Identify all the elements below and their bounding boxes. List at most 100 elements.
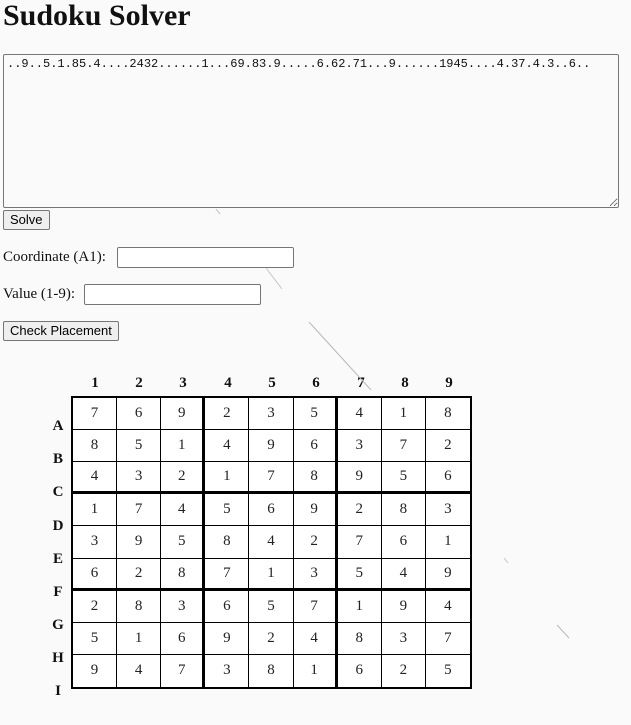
column-header: 2 — [135, 375, 143, 391]
board-cell: 7 — [205, 558, 250, 591]
board-cell: 7 — [161, 654, 206, 687]
board-cell: 3 — [249, 398, 294, 431]
board-cell: 4 — [381, 558, 426, 591]
value-input[interactable] — [84, 284, 261, 305]
board-cell: 3 — [73, 526, 118, 559]
board-cell: 3 — [381, 622, 426, 655]
board-cell: 5 — [73, 622, 118, 655]
column-header: 6 — [312, 375, 320, 391]
board-cell: 4 — [249, 526, 294, 559]
board-cell: 1 — [73, 494, 118, 527]
board-cell: 7 — [337, 526, 382, 559]
board-cell: 6 — [249, 494, 294, 527]
board-cell: 8 — [117, 590, 162, 623]
board-cell: 9 — [381, 590, 426, 623]
board-cell: 9 — [73, 654, 118, 687]
board-cell: 9 — [161, 398, 206, 431]
board-cell: 6 — [293, 430, 338, 463]
column-header: 8 — [401, 375, 409, 391]
board-cell: 1 — [161, 430, 206, 463]
board-cell: 1 — [249, 558, 294, 591]
board-cell: 9 — [425, 559, 470, 591]
board-cell: 6 — [73, 558, 118, 591]
row-header: A — [52, 418, 64, 434]
board-cell: 3 — [425, 494, 470, 527]
board-cell: 6 — [161, 622, 206, 655]
column-header: 3 — [179, 375, 187, 391]
board-cell: 4 — [161, 494, 206, 527]
board-cell: 7 — [249, 462, 294, 495]
sudoku-board: 7692354188514963724321789561745692833958… — [71, 396, 472, 689]
board-cell: 8 — [161, 558, 206, 591]
column-header: 7 — [357, 375, 365, 391]
puzzle-input[interactable]: ..9..5.1.85.4....2432......1...69.83.9..… — [3, 54, 619, 208]
board-cell: 2 — [161, 462, 206, 495]
board-cell: 5 — [161, 526, 206, 559]
board-cell: 9 — [117, 526, 162, 559]
board-cell: 2 — [249, 622, 294, 655]
board-cell: 4 — [337, 398, 382, 431]
board-cell: 7 — [117, 494, 162, 527]
board-cell: 2 — [73, 590, 118, 623]
row-header: E — [52, 551, 63, 567]
board-cell: 1 — [425, 526, 470, 559]
board-cell: 4 — [205, 430, 250, 463]
row-header: F — [53, 584, 63, 600]
board-cell: 8 — [73, 430, 118, 463]
value-label: Value (1-9): — [3, 286, 76, 302]
solve-button[interactable]: Solve — [3, 210, 50, 230]
board-cell: 5 — [249, 590, 294, 623]
board-cell: 2 — [425, 430, 470, 463]
board-cell: 3 — [205, 654, 250, 687]
board-cell: 2 — [382, 654, 426, 687]
coordinate-label: Coordinate (A1): — [3, 249, 106, 265]
board-cell: 8 — [337, 622, 382, 655]
column-header: 4 — [224, 375, 232, 391]
board-cell: 6 — [381, 526, 426, 559]
board-cell: 5 — [293, 398, 338, 431]
row-header: B — [52, 451, 63, 467]
board-cell: 7 — [293, 590, 338, 623]
board-cell: 2 — [117, 558, 162, 591]
board-cell: 9 — [337, 462, 382, 495]
board-cell: 1 — [294, 654, 338, 687]
board-cell: 8 — [381, 494, 426, 527]
board-cell: 5 — [381, 462, 426, 495]
board-cell: 3 — [293, 558, 338, 591]
row-header: C — [52, 484, 64, 500]
board-cell: 6 — [338, 654, 382, 687]
board-cell: 7 — [425, 623, 470, 655]
board-cell: 5 — [117, 430, 162, 463]
board-cell: 5 — [337, 558, 382, 591]
board-cell: 8 — [205, 526, 250, 559]
page-title: Sudoku Solver — [3, 0, 191, 32]
board-cell: 2 — [205, 398, 250, 431]
check-placement-button[interactable]: Check Placement — [3, 321, 119, 341]
column-header: 9 — [445, 375, 453, 391]
board-cell: 9 — [205, 622, 250, 655]
board-cell: 6 — [205, 590, 250, 623]
board-cell: 4 — [293, 622, 338, 655]
row-header: I — [55, 683, 61, 699]
board-cell: 9 — [293, 494, 338, 527]
board-cell: 4 — [117, 654, 162, 687]
row-header: G — [52, 617, 64, 633]
board-cell: 8 — [425, 398, 470, 431]
board-cell: 4 — [73, 462, 118, 495]
board-cell: 7 — [73, 398, 118, 431]
board-cell: 1 — [381, 398, 426, 431]
row-header: H — [52, 650, 64, 666]
board-cell: 3 — [117, 462, 162, 495]
board-cell: 4 — [425, 591, 470, 623]
board-cell: 5 — [444, 662, 452, 679]
column-header: 1 — [91, 375, 99, 391]
board-cell: 9 — [249, 430, 294, 463]
board-cell: 8 — [249, 654, 294, 687]
column-header: 5 — [268, 375, 276, 391]
board-cell: 8 — [293, 462, 338, 495]
board-cell: 3 — [161, 590, 206, 623]
coordinate-input[interactable] — [117, 247, 294, 268]
board-cell: 1 — [337, 590, 382, 623]
board-cell: 7 — [381, 430, 426, 463]
board-cell: 3 — [337, 430, 382, 463]
